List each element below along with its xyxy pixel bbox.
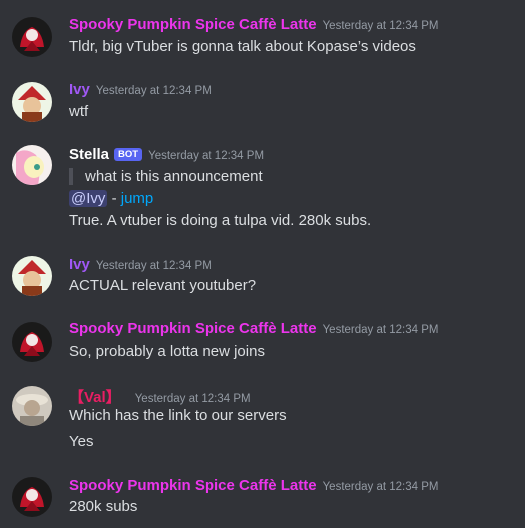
timestamp: Yesterday at 12:34 PM: [322, 324, 439, 336]
timestamp: Yesterday at 12:34 PM: [134, 393, 251, 405]
timestamp: Yesterday at 12:34 PM: [95, 260, 212, 272]
timestamp: Yesterday at 12:34 PM: [95, 85, 212, 97]
author-name[interactable]: Spooky Pumpkin Spice Caffè Latte: [69, 16, 317, 33]
ivy-avatar-icon[interactable]: [12, 82, 52, 122]
spooky-avatar-icon[interactable]: [12, 322, 52, 362]
message-text: Tldr, big vTuber is gonna talk about Kop…: [69, 38, 416, 55]
message-text: Which has the link to our servers: [69, 407, 287, 424]
message-text: Yes: [69, 433, 94, 450]
mention-separator: -: [107, 190, 121, 207]
message-text: 280k subs: [69, 498, 138, 515]
author-name[interactable]: Stella: [69, 146, 109, 163]
block-quote: what is this announcement: [69, 168, 263, 185]
message-text: So, probably a lotta new joins: [69, 343, 265, 360]
author-name[interactable]: Spooky Pumpkin Spice Caffè Latte: [69, 477, 317, 494]
jump-link[interactable]: jump: [121, 190, 154, 207]
stella-avatar-icon[interactable]: [12, 145, 52, 185]
quote-text: what is this announcement: [85, 168, 263, 185]
bot-badge: BOT: [114, 148, 143, 161]
message-text: wtf: [69, 103, 89, 120]
spooky-avatar-icon[interactable]: [12, 477, 52, 517]
author-name[interactable]: 【Val】: [69, 389, 121, 406]
author-name[interactable]: Spooky Pumpkin Spice Caffè Latte: [69, 320, 317, 337]
author-name[interactable]: Ivy: [69, 81, 90, 98]
reply-line: @Ivy - jump: [69, 190, 153, 207]
message-text: True. A vtuber is doing a tulpa vid. 280…: [69, 212, 372, 229]
user-mention[interactable]: @Ivy: [69, 190, 108, 207]
timestamp: Yesterday at 12:34 PM: [322, 20, 439, 32]
ivy-avatar-icon[interactable]: [12, 256, 52, 296]
message-text: ACTUAL relevant youtuber?: [69, 277, 257, 294]
spooky-avatar-icon[interactable]: [12, 17, 52, 57]
timestamp: Yesterday at 12:34 PM: [148, 150, 265, 162]
author-name[interactable]: Ivy: [69, 256, 90, 273]
val-avatar-icon[interactable]: [12, 386, 52, 426]
timestamp: Yesterday at 12:34 PM: [322, 481, 439, 493]
